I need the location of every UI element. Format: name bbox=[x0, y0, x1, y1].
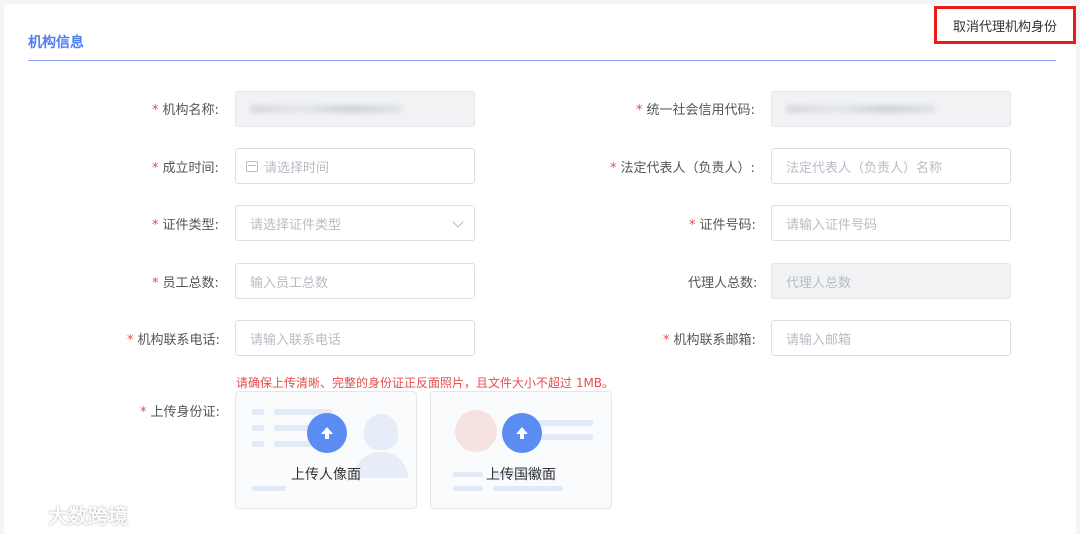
watermark-text: 大数跨境 bbox=[48, 504, 128, 528]
watermark: 大数跨境 bbox=[8, 500, 128, 529]
agent-total-field: 代理人总数 bbox=[771, 263, 1011, 299]
upload-front-label: 上传人像面 bbox=[291, 467, 361, 483]
legal-rep-label: * 法定代表人（负责人）: bbox=[610, 161, 755, 176]
upload-back-label: 上传国徽面 bbox=[486, 467, 556, 483]
id-type-select[interactable]: 请选择证件类型 bbox=[235, 205, 475, 241]
calendar-icon bbox=[246, 160, 258, 172]
staff-total-input[interactable]: 输入员工总数 bbox=[235, 263, 475, 299]
id-number-placeholder: 请输入证件号码 bbox=[786, 217, 878, 233]
id-number-input[interactable]: 请输入证件号码 bbox=[771, 205, 1011, 241]
redacted-value bbox=[250, 105, 402, 113]
credit-code-field bbox=[771, 91, 1011, 127]
upload-id-label: * 上传身份证: bbox=[140, 405, 220, 420]
section-divider bbox=[28, 60, 1056, 61]
redacted-value bbox=[786, 105, 936, 113]
staff-total-placeholder: 输入员工总数 bbox=[250, 275, 329, 291]
id-card-illustration bbox=[493, 486, 563, 491]
founded-placeholder: 请选择时间 bbox=[264, 160, 330, 176]
org-phone-label: * 机构联系电话: bbox=[127, 333, 220, 348]
section-title: 机构信息 bbox=[28, 35, 84, 51]
founded-date-picker[interactable]: 请选择时间 bbox=[235, 148, 475, 184]
upload-warning: 请确保上传清晰、完整的身份证正反面照片，且文件大小不超过 1MB。 bbox=[236, 376, 615, 390]
founded-label: * 成立时间: bbox=[152, 161, 219, 176]
org-phone-input[interactable]: 请输入联系电话 bbox=[235, 320, 475, 356]
org-name-field bbox=[235, 91, 475, 127]
upload-icon bbox=[307, 413, 347, 453]
upload-icon bbox=[502, 413, 542, 453]
org-phone-placeholder: 请输入联系电话 bbox=[250, 332, 342, 348]
agent-total-placeholder: 代理人总数 bbox=[786, 275, 852, 291]
upload-front-card[interactable]: 上传人像面 bbox=[235, 391, 417, 509]
portrait-illustration bbox=[364, 414, 398, 450]
id-card-illustration bbox=[252, 441, 264, 447]
id-number-label: * 证件号码: bbox=[689, 218, 756, 233]
emblem-illustration bbox=[455, 410, 497, 452]
credit-code-label: * 统一社会信用代码: bbox=[636, 103, 755, 118]
org-name-label: * 机构名称: bbox=[152, 103, 219, 118]
id-type-placeholder: 请选择证件类型 bbox=[250, 217, 342, 233]
id-card-illustration bbox=[252, 486, 286, 491]
org-email-input[interactable]: 请输入邮箱 bbox=[771, 320, 1011, 356]
id-card-illustration bbox=[453, 486, 483, 491]
upload-back-card[interactable]: 上传国徽面 bbox=[430, 391, 612, 509]
agent-total-label: 代理人总数: bbox=[688, 276, 758, 291]
chevron-down-icon bbox=[452, 216, 464, 228]
id-card-illustration bbox=[252, 409, 264, 415]
id-type-label: * 证件类型: bbox=[152, 218, 219, 233]
legal-rep-input[interactable]: 法定代表人（负责人）名称 bbox=[771, 148, 1011, 184]
org-email-label: * 机构联系邮箱: bbox=[663, 333, 756, 348]
staff-total-label: * 员工总数: bbox=[152, 276, 219, 291]
cancel-proxy-button[interactable]: 取消代理机构身份 bbox=[934, 6, 1076, 44]
legal-rep-placeholder: 法定代表人（负责人）名称 bbox=[786, 160, 943, 176]
watermark-logo-icon bbox=[10, 505, 43, 523]
org-email-placeholder: 请输入邮箱 bbox=[786, 332, 852, 348]
id-card-illustration bbox=[252, 425, 264, 431]
